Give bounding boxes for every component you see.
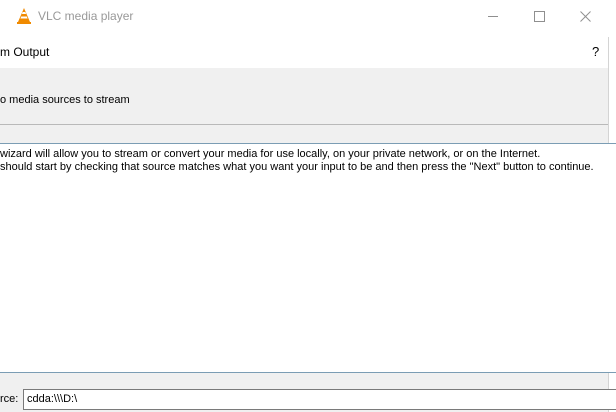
intro-line: should start by checking that source mat… [0, 161, 594, 173]
vlc-title-bar[interactable]: VLC media player [0, 0, 616, 32]
source-field[interactable]: cdda:\\\D:\ [23, 389, 616, 410]
window-title: VLC media player [38, 9, 134, 23]
wizard-intro-text: wizard will allow you to stream or conve… [0, 143, 616, 373]
dialog-title: m Output [0, 45, 50, 59]
stream-output-dialog: m Output ? o media sources to stream wiz… [0, 37, 616, 412]
wizard-step-header: o media sources to stream [0, 68, 608, 125]
help-icon[interactable]: ? [592, 44, 599, 59]
intro-line: wizard will allow you to stream or conve… [0, 148, 541, 160]
maximize-button[interactable] [516, 0, 562, 32]
source-label: rce: [0, 393, 19, 405]
close-button[interactable] [562, 0, 608, 32]
minimize-icon [487, 15, 498, 17]
vlc-cone-icon [17, 8, 31, 24]
maximize-icon [533, 10, 545, 22]
vlc-screen: VLC media player m Output ? o media sour… [0, 0, 616, 412]
close-icon [579, 10, 591, 22]
minimize-button[interactable] [470, 0, 516, 32]
step-title: o media sources to stream [0, 94, 130, 106]
dialog-title-bar[interactable]: m Output ? [0, 37, 608, 68]
